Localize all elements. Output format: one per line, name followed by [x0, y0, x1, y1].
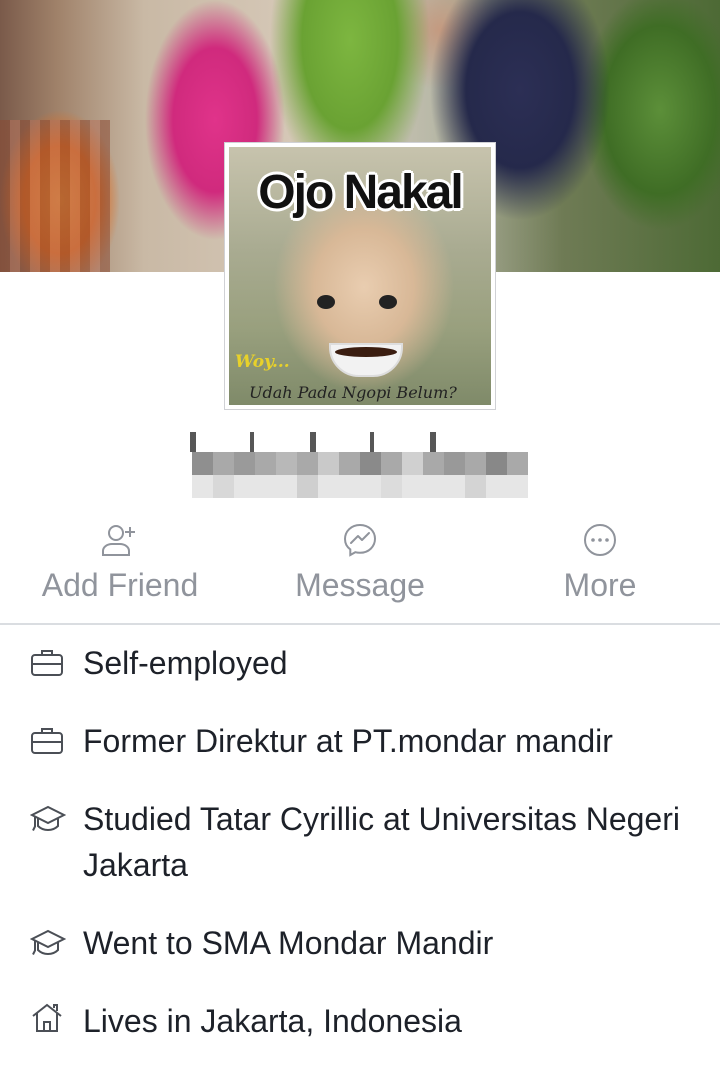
- profile-name-pixelated-top: [190, 432, 490, 452]
- profile-picture[interactable]: Ojo Nakal Woy... Udah Pada Ngopi Belum?: [224, 142, 496, 410]
- home-icon: [30, 1002, 66, 1034]
- intro-item-text: Lives in Jakarta, Indonesia: [83, 1003, 462, 1039]
- cover-photo-fence: [0, 120, 110, 272]
- message-button[interactable]: Message: [240, 515, 480, 623]
- more-label: More: [563, 567, 637, 603]
- intro-item-text: Studied Tatar Cyrillic at Universitas Ne…: [83, 801, 680, 883]
- message-label: Message: [295, 567, 425, 603]
- add-friend-label: Add Friend: [41, 567, 199, 603]
- messenger-icon: [342, 523, 378, 557]
- intro-item-text: Went to SMA Mondar Mandir: [83, 925, 494, 961]
- profile-actions: Add Friend Message More: [0, 515, 720, 623]
- baby-eye-left: [317, 295, 335, 309]
- add-friend-icon: [100, 523, 140, 557]
- baby-eye-right: [379, 295, 397, 309]
- profile-picture-subtitle-2: Udah Pada Ngopi Belum?: [249, 383, 457, 402]
- profile-picture-image: Ojo Nakal Woy... Udah Pada Ngopi Belum?: [229, 147, 491, 405]
- graduation-cap-icon: [29, 804, 67, 836]
- add-friend-button[interactable]: Add Friend: [0, 515, 240, 623]
- graduation-cap-icon: [29, 928, 67, 960]
- profile-name-pixelated: [192, 452, 528, 498]
- briefcase-icon: [30, 726, 66, 758]
- intro-item-text: Self-employed: [83, 645, 288, 681]
- coffee-cup: [329, 343, 403, 377]
- more-button[interactable]: More: [480, 515, 720, 623]
- profile-picture-title: Ojo Nakal: [258, 166, 463, 219]
- more-icon: [582, 523, 618, 557]
- briefcase-icon: [30, 648, 66, 680]
- actions-divider: [0, 623, 720, 625]
- intro-item-text: Former Direktur at PT.mondar mandir: [83, 723, 613, 759]
- profile-picture-subtitle-1: Woy...: [235, 352, 290, 372]
